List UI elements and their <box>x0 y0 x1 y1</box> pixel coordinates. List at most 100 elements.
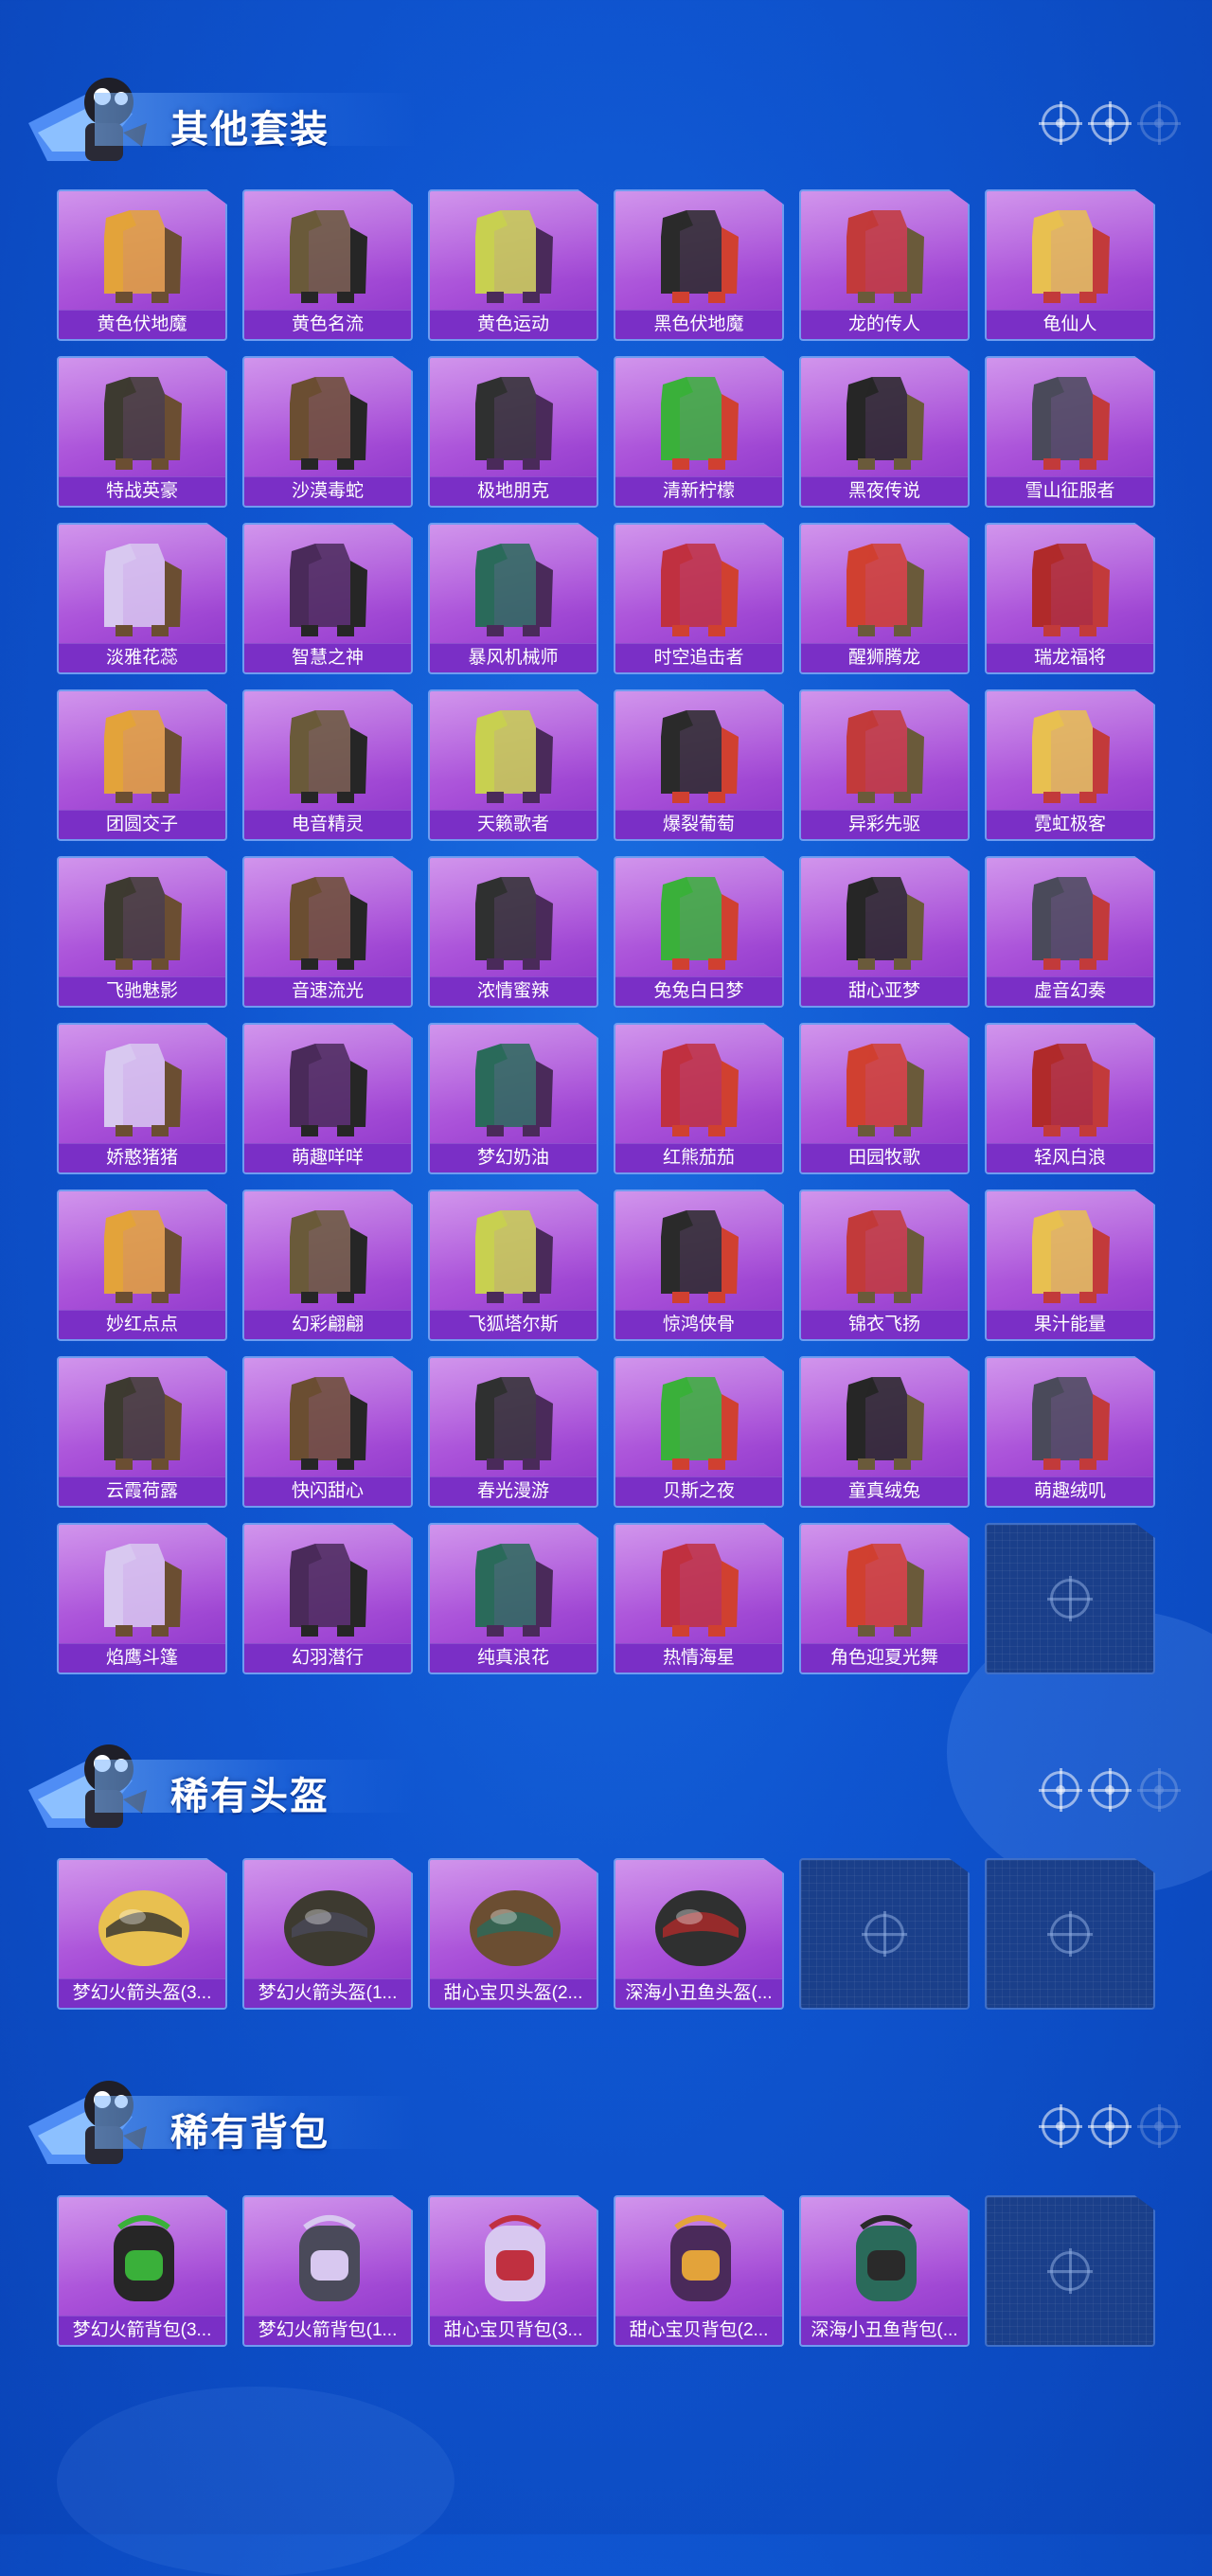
item-tile[interactable]: 虚音幻奏 <box>985 856 1155 1008</box>
item-tile[interactable]: 深海小丑鱼背包(... <box>799 2195 970 2347</box>
item-name: 田园牧歌 <box>801 1143 968 1172</box>
item-tile[interactable]: 梦幻火箭背包(3... <box>57 2195 227 2347</box>
item-tile[interactable]: 爆裂葡萄 <box>614 689 784 841</box>
item-image <box>475 710 553 803</box>
item-image <box>661 877 739 970</box>
item-tile[interactable]: 角色迎夏光舞 <box>799 1523 970 1674</box>
item-image <box>661 544 739 636</box>
item-tile[interactable]: 浓情蜜辣 <box>428 856 598 1008</box>
item-tile[interactable]: 极地朋克 <box>428 356 598 508</box>
item-tile[interactable]: 暴风机械师 <box>428 523 598 674</box>
item-tile[interactable]: 红熊茄茄 <box>614 1023 784 1174</box>
item-image <box>847 210 924 303</box>
crosshair-icon <box>862 1911 907 1957</box>
item-image <box>104 544 182 636</box>
item-image <box>290 1044 367 1136</box>
item-tile[interactable]: 雪山征服者 <box>985 356 1155 508</box>
item-name: 浓情蜜辣 <box>430 976 597 1006</box>
item-tile[interactable]: 异彩先驱 <box>799 689 970 841</box>
item-tile[interactable]: 贝斯之夜 <box>614 1356 784 1508</box>
item-tile[interactable]: 淡雅花蕊 <box>57 523 227 674</box>
item-tile[interactable]: 兔兔白日梦 <box>614 856 784 1008</box>
item-tile[interactable]: 娇憨猪猪 <box>57 1023 227 1174</box>
item-tile[interactable]: 龙的传人 <box>799 189 970 341</box>
item-tile[interactable]: 黄色伏地魔 <box>57 189 227 341</box>
item-tile[interactable]: 霓虹极客 <box>985 689 1155 841</box>
item-tile[interactable]: 锦衣飞扬 <box>799 1190 970 1341</box>
item-image <box>104 210 182 303</box>
item-tile[interactable]: 轻风白浪 <box>985 1023 1155 1174</box>
item-tile[interactable]: 特战英豪 <box>57 356 227 508</box>
item-image <box>290 1210 367 1303</box>
item-tile[interactable]: 团圆交子 <box>57 689 227 841</box>
item-name: 甜心亚梦 <box>801 976 968 1006</box>
item-name: 萌趣咩咩 <box>244 1143 411 1172</box>
item-tile[interactable]: 甜心宝贝背包(3... <box>428 2195 598 2347</box>
item-image <box>661 377 739 470</box>
item-image <box>847 1044 924 1136</box>
item-tile[interactable]: 沙漠毒蛇 <box>242 356 413 508</box>
item-tile[interactable]: 醒狮腾龙 <box>799 523 970 674</box>
item-name: 飞狐塔尔斯 <box>430 1310 597 1339</box>
item-tile[interactable]: 纯真浪花 <box>428 1523 598 1674</box>
item-tile[interactable]: 瑞龙福将 <box>985 523 1155 674</box>
item-tile[interactable]: 天籁歌者 <box>428 689 598 841</box>
item-tile[interactable]: 甜心宝贝背包(2... <box>614 2195 784 2347</box>
item-tile[interactable]: 飞驰魅影 <box>57 856 227 1008</box>
item-name: 飞驰魅影 <box>59 976 225 1006</box>
item-tile[interactable]: 惊鸿侠骨 <box>614 1190 784 1341</box>
item-image <box>847 1544 924 1637</box>
item-name: 沙漠毒蛇 <box>244 476 411 506</box>
item-tile[interactable]: 快闪甜心 <box>242 1356 413 1508</box>
item-name: 娇憨猪猪 <box>59 1143 225 1172</box>
item-tile[interactable]: 清新柠檬 <box>614 356 784 508</box>
item-tile[interactable]: 春光漫游 <box>428 1356 598 1508</box>
item-tile[interactable]: 梦幻火箭头盔(1... <box>242 1858 413 2010</box>
item-tile[interactable]: 梦幻火箭头盔(3... <box>57 1858 227 2010</box>
item-tile[interactable]: 甜心亚梦 <box>799 856 970 1008</box>
item-tile[interactable]: 萌趣绒叽 <box>985 1356 1155 1508</box>
item-image <box>104 710 182 803</box>
item-image <box>670 2215 731 2301</box>
item-tile[interactable]: 黑色伏地魔 <box>614 189 784 341</box>
item-tile[interactable]: 电音精灵 <box>242 689 413 841</box>
item-name: 霓虹极客 <box>987 810 1153 839</box>
item-name: 红熊茄茄 <box>615 1143 782 1172</box>
item-tile[interactable]: 焰鹰斗篷 <box>57 1523 227 1674</box>
item-tile[interactable]: 甜心宝贝头盔(2... <box>428 1858 598 2010</box>
helmet-grid: 梦幻火箭头盔(3... 梦幻火箭头盔(1... 甜心宝贝头盔(2... 深海小丑鱼头盔… <box>57 1858 1155 2010</box>
item-name: 春光漫游 <box>430 1476 597 1506</box>
item-tile[interactable]: 云霞荷露 <box>57 1356 227 1508</box>
item-tile[interactable]: 黑夜传说 <box>799 356 970 508</box>
item-tile[interactable]: 龟仙人 <box>985 189 1155 341</box>
item-name: 黄色名流 <box>244 310 411 339</box>
item-tile[interactable]: 智慧之神 <box>242 523 413 674</box>
item-name: 智慧之神 <box>244 643 411 672</box>
item-tile[interactable]: 黄色名流 <box>242 189 413 341</box>
item-tile[interactable]: 幻羽潜行 <box>242 1523 413 1674</box>
item-tile[interactable]: 田园牧歌 <box>799 1023 970 1174</box>
item-image <box>856 2215 917 2301</box>
item-image <box>661 1377 739 1470</box>
item-tile[interactable]: 果汁能量 <box>985 1190 1155 1341</box>
item-tile[interactable]: 妙红点点 <box>57 1190 227 1341</box>
section-header-outfits: 其他套装 <box>0 57 1212 189</box>
crosshair-icon <box>1137 101 1181 145</box>
item-name: 梦幻火箭头盔(3... <box>59 1978 225 2008</box>
item-tile[interactable]: 梦幻火箭背包(1... <box>242 2195 413 2347</box>
item-tile[interactable]: 幻彩翩翩 <box>242 1190 413 1341</box>
item-name: 贝斯之夜 <box>615 1476 782 1506</box>
item-tile[interactable]: 黄色运动 <box>428 189 598 341</box>
item-tile[interactable]: 飞狐塔尔斯 <box>428 1190 598 1341</box>
item-tile[interactable]: 热情海星 <box>614 1523 784 1674</box>
item-tile[interactable]: 音速流光 <box>242 856 413 1008</box>
item-tile[interactable]: 童真绒兔 <box>799 1356 970 1508</box>
item-tile[interactable]: 深海小丑鱼头盔(... <box>614 1858 784 2010</box>
item-tile[interactable]: 萌趣咩咩 <box>242 1023 413 1174</box>
item-tile[interactable]: 时空追击者 <box>614 523 784 674</box>
item-image <box>104 1544 182 1637</box>
item-name: 童真绒兔 <box>801 1476 968 1506</box>
item-tile[interactable]: 梦幻奶油 <box>428 1023 598 1174</box>
empty-slot <box>985 2195 1155 2347</box>
item-name: 角色迎夏光舞 <box>801 1643 968 1673</box>
